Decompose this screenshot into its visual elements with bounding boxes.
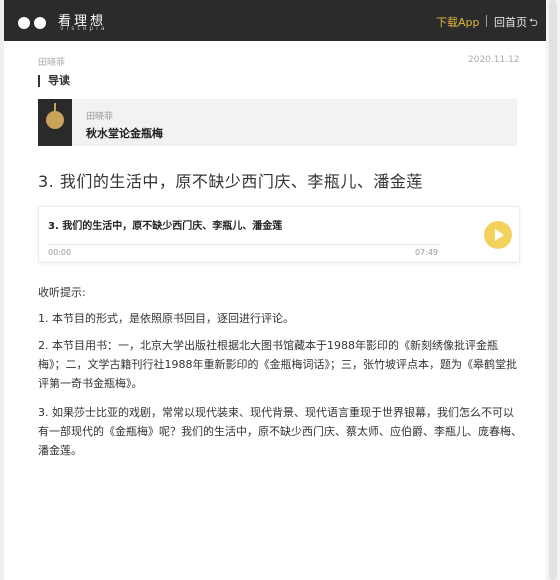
total-time: 07:49	[415, 248, 439, 257]
play-icon	[495, 229, 504, 241]
article-date: 2020.11.12	[468, 55, 520, 65]
header-divider	[486, 15, 487, 27]
section-heading: 导读	[38, 75, 70, 87]
progress-bar[interactable]	[48, 244, 440, 245]
audio-player: 3. 我们的生活中，原不缺少西门庆、李瓶儿、潘金莲 00:00 07:49	[38, 206, 520, 263]
home-link-label: 回首页	[494, 16, 527, 29]
episode-title: 3. 我们的生活中，原不缺少西门庆、李瓶儿、潘金莲	[38, 172, 423, 191]
top-header: 看理想 vistopia 下载App 回首页 ⮌	[4, 0, 546, 41]
course-title: 秋水堂论金瓶梅	[86, 127, 163, 140]
play-button[interactable]	[484, 221, 512, 249]
article-page: 看理想 vistopia 下载App 回首页 ⮌ 田晓菲 2020.11.12 导…	[4, 0, 546, 580]
player-title: 3. 我们的生活中，原不缺少西门庆、李瓶儿、潘金莲	[48, 221, 283, 232]
course-cover-image	[38, 99, 72, 146]
course-author: 田晓菲	[86, 112, 114, 122]
return-icon: ⮌	[529, 16, 538, 29]
download-app-link[interactable]: 下载App	[436, 14, 480, 30]
logo-icon[interactable]	[18, 14, 50, 33]
tip-paragraph: 1. 本节目的形式，是依照原书回目，逐回进行评论。	[38, 312, 294, 325]
tip-paragraph: 3. 如果莎士比亚的戏剧，常常以现代装束、现代背景、现代语言重现于世界银幕，我们…	[38, 406, 522, 457]
course-card[interactable]: 田晓菲 秋水堂论金瓶梅	[38, 99, 517, 146]
article-author: 田晓菲	[38, 58, 66, 68]
home-link[interactable]: 回首页 ⮌	[494, 14, 538, 33]
tip-paragraph: 2. 本节目用书：一，北京大学出版社根据北大图书馆藏本于1988年影印的《新刻绣…	[38, 339, 517, 390]
logo-subtext: vistopia	[60, 25, 108, 32]
tips-heading: 收听提示:	[38, 286, 86, 299]
current-time: 00:00	[48, 248, 72, 257]
scrollbar-thumb[interactable]	[549, 0, 557, 580]
